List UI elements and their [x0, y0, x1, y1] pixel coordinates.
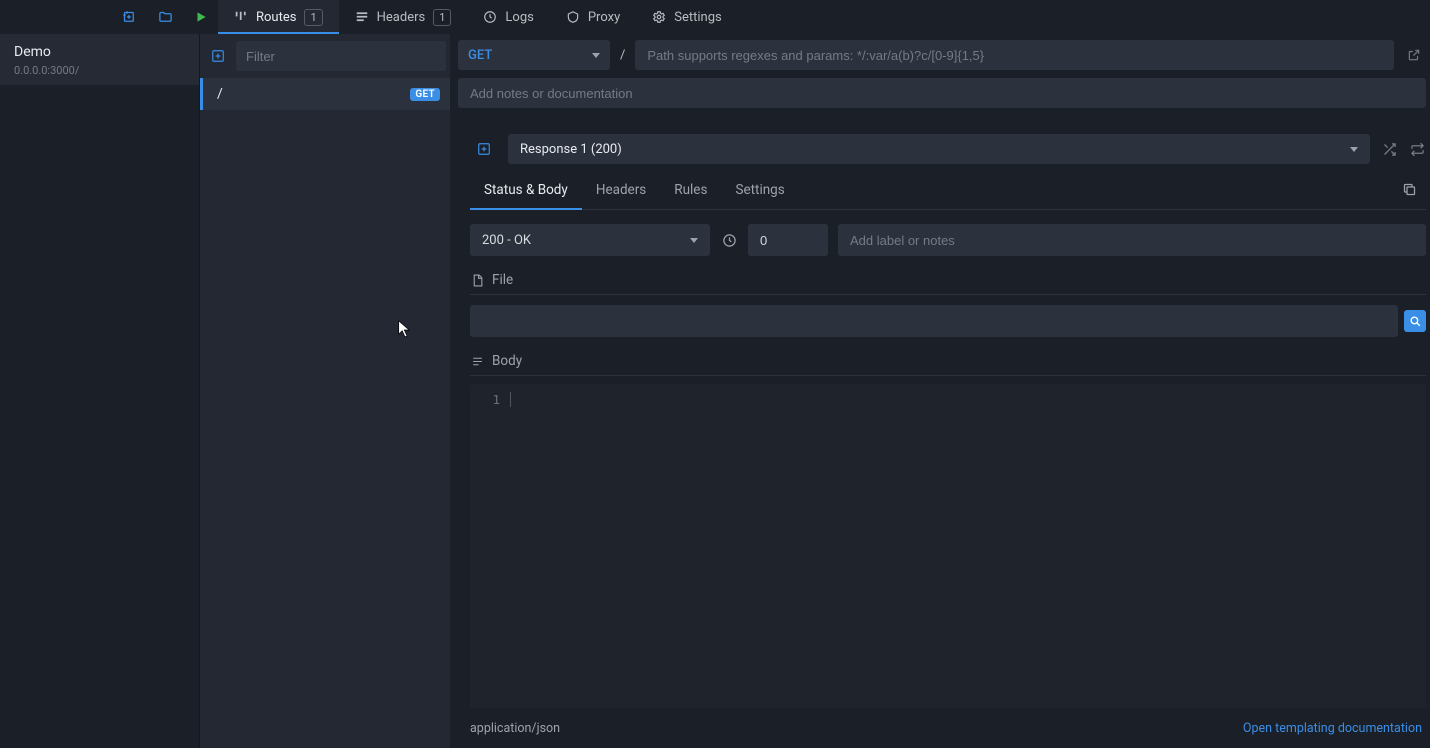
main-tabs: Routes 1 Headers 1 Logs Proxy Se	[218, 0, 738, 34]
tab-label: Routes	[256, 10, 296, 25]
route-notes-input[interactable]	[458, 78, 1426, 108]
content-type-label: application/json	[470, 721, 560, 736]
proxy-icon	[566, 10, 580, 24]
top-toolbar: Routes 1 Headers 1 Logs Proxy Se	[0, 0, 1430, 34]
path-separator: /	[618, 48, 627, 63]
tab-settings[interactable]: Settings	[636, 0, 737, 34]
routes-panel: / GET	[200, 34, 450, 748]
chevron-down-icon	[1350, 147, 1358, 152]
clock-icon	[720, 231, 738, 249]
method-value: GET	[468, 48, 492, 63]
caret	[510, 392, 511, 407]
add-route-button[interactable]	[204, 42, 232, 70]
toolbar-actions	[0, 0, 218, 34]
route-editor: GET / Response 1 (200)	[450, 34, 1430, 748]
repeat-icon[interactable]	[1408, 140, 1426, 158]
body-editor[interactable]: 1	[470, 384, 1426, 708]
environment-name: Demo	[14, 44, 185, 60]
tab-routes[interactable]: Routes 1	[218, 0, 339, 34]
tab-logs[interactable]: Logs	[467, 0, 549, 34]
file-section-header: File	[470, 272, 1426, 295]
response-select[interactable]: Response 1 (200)	[508, 134, 1370, 164]
environment-address: 0.0.0.0:3000/	[14, 64, 185, 77]
response-label: Response 1 (200)	[520, 142, 622, 157]
subtab-rules[interactable]: Rules	[660, 170, 721, 209]
start-server-icon[interactable]	[192, 8, 210, 26]
environment-item[interactable]: Demo 0.0.0.0:3000/	[0, 34, 199, 85]
open-folder-icon[interactable]	[156, 8, 174, 26]
routes-filter-input[interactable]	[236, 41, 446, 71]
headers-icon	[355, 10, 369, 24]
response-label-input[interactable]	[838, 224, 1426, 256]
subtab-headers[interactable]: Headers	[582, 170, 660, 209]
browse-file-button[interactable]	[1404, 310, 1426, 332]
new-environment-icon[interactable]	[120, 8, 138, 26]
tab-proxy[interactable]: Proxy	[550, 0, 636, 34]
status-code-value: 200 - OK	[482, 233, 531, 248]
body-label: Body	[492, 353, 522, 369]
file-label: File	[492, 272, 513, 288]
chevron-down-icon	[592, 53, 600, 58]
routes-icon	[234, 10, 248, 24]
routes-count-badge: 1	[304, 9, 322, 26]
open-external-icon[interactable]	[1402, 43, 1426, 67]
body-section-header: Body	[470, 353, 1426, 376]
environment-sidebar: Demo 0.0.0.0:3000/	[0, 34, 200, 748]
route-path: /	[217, 86, 223, 102]
editor-footer: application/json Open templating documen…	[470, 708, 1426, 748]
settings-icon	[652, 10, 666, 24]
subtab-settings[interactable]: Settings	[721, 170, 798, 209]
subtab-status-body[interactable]: Status & Body	[470, 170, 582, 209]
body-icon	[470, 354, 484, 368]
body-code-area[interactable]	[510, 384, 1426, 708]
copy-icon[interactable]	[1400, 181, 1418, 199]
path-input[interactable]	[635, 40, 1394, 70]
method-select[interactable]: GET	[458, 40, 610, 70]
headers-count-badge: 1	[433, 9, 451, 26]
status-code-select[interactable]: 200 - OK	[470, 224, 710, 256]
templating-doc-link[interactable]: Open templating documentation	[1243, 721, 1422, 736]
response-subtabs: Status & Body Headers Rules Settings	[470, 170, 1426, 210]
file-icon	[470, 273, 484, 287]
logs-icon	[483, 10, 497, 24]
tab-label: Proxy	[588, 10, 620, 25]
route-item[interactable]: / GET	[200, 78, 450, 110]
route-method-badge: GET	[410, 88, 440, 101]
chevron-down-icon	[690, 238, 698, 243]
add-response-button[interactable]	[470, 135, 498, 163]
shuffle-icon[interactable]	[1380, 140, 1398, 158]
tab-headers[interactable]: Headers 1	[339, 0, 468, 34]
line-number: 1	[470, 384, 510, 708]
tab-label: Logs	[505, 10, 533, 25]
file-path-input[interactable]	[470, 305, 1398, 337]
delay-input[interactable]	[748, 224, 828, 256]
tab-label: Headers	[377, 10, 426, 25]
tab-label: Settings	[674, 10, 721, 25]
